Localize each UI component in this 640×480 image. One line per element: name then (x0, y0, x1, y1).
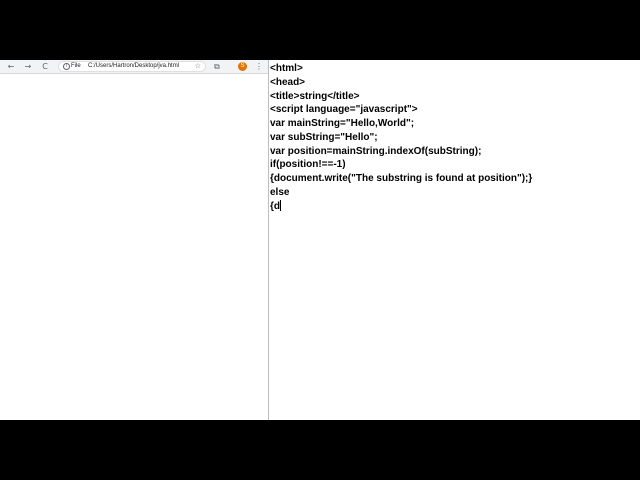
browser-page-content (0, 74, 268, 420)
code-line: var subString="Hello"; (270, 131, 378, 143)
code-line: var position=mainString.indexOf(subStrin… (270, 145, 482, 157)
browser-menu-icon[interactable]: ⋮ (255, 60, 263, 73)
extensions-icon[interactable]: ⧉ (214, 60, 220, 73)
code-line: <title>string</title> (270, 90, 360, 102)
address-url[interactable]: C:/Users/Hartron/Desktop/jva.html (88, 62, 179, 71)
bookmark-star-icon[interactable]: ☆ (195, 62, 201, 71)
info-icon[interactable]: i (63, 63, 70, 70)
code-line: <script language="javascript"> (270, 104, 418, 116)
back-arrow-icon[interactable]: ← (5, 60, 17, 73)
text-cursor (280, 199, 281, 211)
screen: ← → C i File C:/Users/Hartron/Desktop/jv… (0, 60, 640, 420)
address-bar[interactable]: i File C:/Users/Hartron/Desktop/jva.html… (58, 61, 206, 72)
text-editor[interactable]: <html> <head> <title>string</title> <scr… (269, 60, 640, 420)
forward-arrow-icon[interactable]: → (22, 60, 34, 73)
browser-toolbar: ← → C i File C:/Users/Hartron/Desktop/jv… (0, 60, 268, 74)
code-text[interactable]: <html> <head> <title>string</title> <scr… (270, 62, 532, 213)
code-line: else (270, 186, 290, 198)
code-line: <html> (270, 63, 303, 74)
code-line: if(position!==-1) (270, 159, 346, 171)
code-line: var mainString="Hello,World"; (270, 118, 415, 129)
reload-icon[interactable]: C (39, 60, 51, 73)
address-scheme-label: File (71, 63, 81, 69)
browser-window: ← → C i File C:/Users/Hartron/Desktop/jv… (0, 60, 269, 420)
profile-avatar[interactable]: S (238, 62, 247, 71)
code-line-current: {d (270, 199, 532, 214)
code-line: {document.write("The substring is found … (270, 173, 533, 184)
code-line: {d (270, 200, 280, 212)
code-line: <head> (270, 76, 306, 88)
